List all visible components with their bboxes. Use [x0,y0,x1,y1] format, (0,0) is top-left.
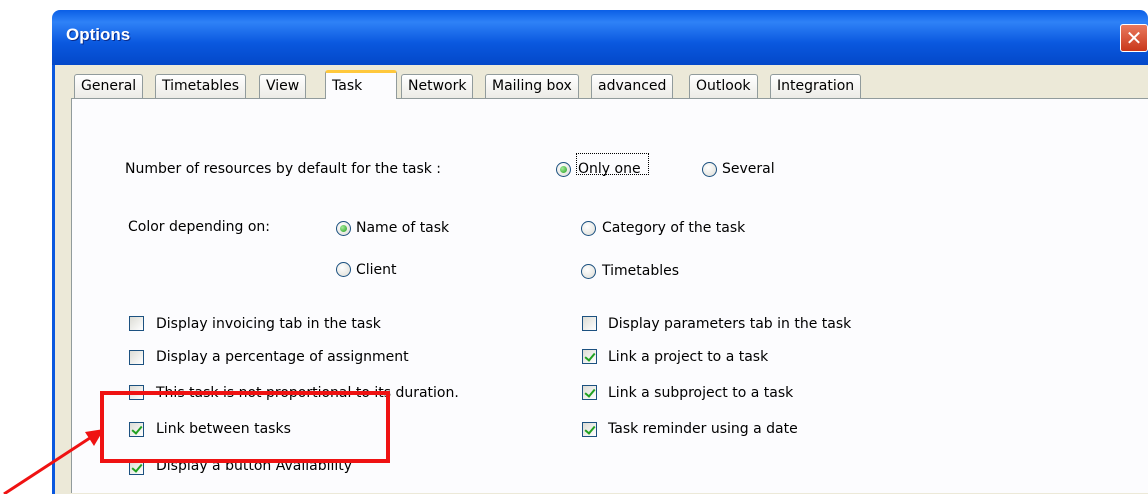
tab-outlook[interactable]: Outlook [689,74,758,98]
tab-general[interactable]: General [74,74,144,98]
checkbox-link-subproject-label[interactable]: Link a subproject to a task [608,384,793,402]
title-bar[interactable]: Options ✕ [52,10,1148,65]
color-label: Color depending on: [128,219,271,235]
checkbox-task-reminder[interactable] [582,422,597,437]
close-button[interactable]: ✕ [1120,24,1148,52]
checkbox-link-project[interactable] [582,349,597,364]
radio-client[interactable] [336,262,351,277]
radio-several-label[interactable]: Several [722,160,775,178]
checkbox-link-project-label[interactable]: Link a project to a task [608,348,768,366]
radio-client-label[interactable]: Client [356,261,397,279]
checkbox-display-parameters-tab-label[interactable]: Display parameters tab in the task [608,315,851,333]
radio-only-one[interactable] [556,162,571,177]
checkbox-task-reminder-label[interactable]: Task reminder using a date [608,420,798,438]
checkbox-display-invoicing-tab[interactable] [129,316,144,331]
tab-mailing-box[interactable]: Mailing box [485,74,579,98]
radio-category-of-task-label[interactable]: Category of the task [602,219,745,237]
close-icon: ✕ [1125,26,1143,50]
tab-integration[interactable]: Integration [770,74,862,98]
checkbox-display-percentage[interactable] [129,350,144,365]
resources-label: Number of resources by default for the t… [125,161,442,177]
radio-only-one-label[interactable]: Only one [578,160,641,178]
tab-task[interactable]: Task [325,70,397,99]
tab-timetables[interactable]: Timetables [155,74,247,98]
checkbox-link-subproject[interactable] [582,385,597,400]
radio-name-of-task[interactable] [336,221,351,236]
checkbox-display-percentage-label[interactable]: Display a percentage of assignment [156,348,409,366]
checkbox-display-invoicing-tab-label[interactable]: Display invoicing tab in the task [156,315,381,333]
tab-network[interactable]: Network [401,74,474,98]
window-title: Options [66,25,131,44]
radio-several[interactable] [702,162,717,177]
tab-advanced[interactable]: advanced [591,74,674,98]
annotation-highlight-box [100,391,390,463]
radio-name-of-task-label[interactable]: Name of task [356,219,449,237]
radio-timetables[interactable] [581,264,596,279]
radio-timetables-label[interactable]: Timetables [602,262,679,280]
radio-category-of-task[interactable] [581,221,596,236]
tab-view[interactable]: View [259,74,307,98]
checkbox-display-parameters-tab[interactable] [582,316,597,331]
